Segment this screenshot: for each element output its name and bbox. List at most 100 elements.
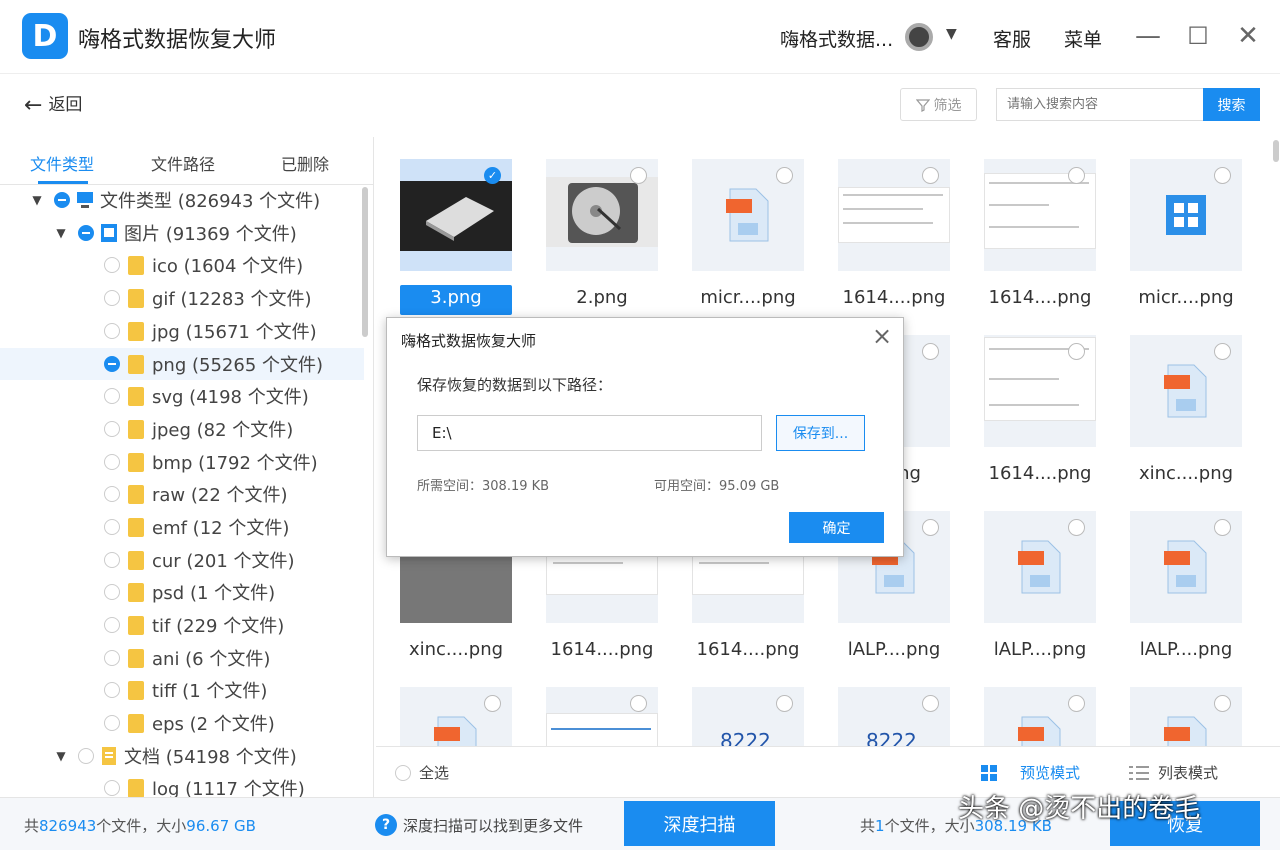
tree-checkbox[interactable] bbox=[104, 715, 120, 731]
file-checkbox[interactable] bbox=[1068, 343, 1085, 360]
tree-checkbox[interactable] bbox=[104, 421, 120, 437]
file-checkbox[interactable] bbox=[922, 519, 939, 536]
expand-icon[interactable]: ▼ bbox=[54, 226, 68, 240]
file-name[interactable]: lALP....png bbox=[821, 639, 967, 660]
file-thumbnail[interactable] bbox=[1130, 687, 1242, 746]
tree-item-tiff[interactable]: tiff (1 个文件) bbox=[0, 674, 364, 706]
file-thumbnail[interactable]: 8222 bbox=[838, 687, 950, 746]
tree-item-png[interactable]: png (55265 个文件) bbox=[0, 348, 364, 380]
tree-checkbox[interactable] bbox=[104, 454, 120, 470]
file-checkbox[interactable] bbox=[1214, 167, 1231, 184]
chevron-down-icon[interactable]: ▼ bbox=[946, 26, 957, 42]
file-name[interactable]: 3.png bbox=[383, 287, 529, 308]
tree-item-all-types[interactable]: ▼ 文件类型 (826943 个文件) bbox=[0, 184, 364, 216]
file-checkbox[interactable] bbox=[776, 167, 793, 184]
file-checkbox[interactable] bbox=[922, 343, 939, 360]
dialog-close-icon[interactable]: × bbox=[869, 322, 895, 350]
select-all-checkbox[interactable] bbox=[395, 764, 411, 781]
file-checkbox[interactable] bbox=[1068, 695, 1085, 712]
file-name[interactable]: 1614....png bbox=[529, 639, 675, 660]
file-thumbnail[interactable] bbox=[692, 159, 804, 271]
tree-item-tif[interactable]: tif (229 个文件) bbox=[0, 609, 364, 641]
file-checkbox[interactable] bbox=[630, 695, 647, 712]
ok-button[interactable]: 确定 bbox=[789, 512, 884, 543]
tree-item-documents[interactable]: ▼ 文档 (54198 个文件) bbox=[0, 740, 364, 772]
tree-item-log[interactable]: log (1117 个文件) bbox=[0, 772, 364, 797]
file-thumbnail[interactable] bbox=[546, 159, 658, 271]
maximize-icon[interactable]: ☐ bbox=[1182, 18, 1214, 54]
tree-checkbox[interactable] bbox=[78, 748, 94, 764]
close-icon[interactable]: ✕ bbox=[1232, 18, 1264, 54]
file-checkbox[interactable] bbox=[1214, 343, 1231, 360]
file-thumbnail[interactable] bbox=[984, 511, 1096, 623]
tree-item-ico[interactable]: ico (1604 个文件) bbox=[0, 249, 364, 281]
tree-item-svg[interactable]: svg (4198 个文件) bbox=[0, 380, 364, 412]
file-name[interactable]: 2.png bbox=[529, 287, 675, 308]
tree-checkbox[interactable] bbox=[104, 682, 120, 698]
search-button[interactable]: 搜索 bbox=[1203, 88, 1260, 121]
tree-item-jpg[interactable]: jpg (15671 个文件) bbox=[0, 315, 364, 347]
preview-mode-button[interactable]: 预览模式 bbox=[980, 762, 1080, 783]
tree-checkbox[interactable] bbox=[104, 323, 120, 339]
tree-item-emf[interactable]: emf (12 个文件) bbox=[0, 511, 364, 543]
tab-file-type[interactable]: 文件类型 bbox=[30, 151, 94, 175]
file-thumbnail[interactable] bbox=[984, 687, 1096, 746]
file-thumbnail[interactable] bbox=[1130, 511, 1242, 623]
file-name[interactable]: micr....png bbox=[1113, 287, 1259, 308]
tree-checkbox[interactable] bbox=[54, 192, 70, 208]
menu-button[interactable]: 菜单 bbox=[1064, 25, 1102, 52]
file-name[interactable]: 1614....png bbox=[967, 463, 1113, 484]
select-all[interactable]: 全选 bbox=[395, 762, 449, 783]
expand-icon[interactable]: ▼ bbox=[30, 193, 44, 207]
tree-checkbox[interactable] bbox=[104, 650, 120, 666]
file-checkbox[interactable] bbox=[1214, 519, 1231, 536]
tab-deleted[interactable]: 已删除 bbox=[281, 151, 329, 175]
file-thumbnail[interactable] bbox=[400, 687, 512, 746]
tree-checkbox[interactable] bbox=[104, 519, 120, 535]
tree-checkbox[interactable] bbox=[104, 617, 120, 633]
tree-checkbox[interactable] bbox=[104, 780, 120, 796]
tree-item-gif[interactable]: gif (12283 个文件) bbox=[0, 282, 364, 314]
tree-item-raw[interactable]: raw (22 个文件) bbox=[0, 478, 364, 510]
tab-file-path[interactable]: 文件路径 bbox=[151, 151, 215, 175]
file-thumbnail[interactable]: ✓ bbox=[400, 159, 512, 271]
file-thumbnail[interactable] bbox=[546, 687, 658, 746]
tree-checkbox[interactable] bbox=[104, 552, 120, 568]
filter-button[interactable]: 筛选 bbox=[900, 88, 977, 121]
expand-icon[interactable]: ▼ bbox=[54, 749, 68, 763]
tree-item-images[interactable]: ▼ 图片 (91369 个文件) bbox=[0, 217, 364, 249]
file-thumbnail[interactable] bbox=[984, 335, 1096, 447]
file-thumbnail[interactable] bbox=[1130, 159, 1242, 271]
file-checkbox[interactable] bbox=[630, 167, 647, 184]
file-checkbox[interactable] bbox=[484, 695, 501, 712]
grid-scrollbar[interactable] bbox=[1273, 140, 1279, 162]
file-name[interactable]: xinc....png bbox=[1113, 463, 1259, 484]
deep-scan-button[interactable]: 深度扫描 bbox=[624, 801, 775, 846]
file-name[interactable]: lALP....png bbox=[1113, 639, 1259, 660]
back-button[interactable]: ← 返回 bbox=[24, 90, 82, 118]
tree-checkbox[interactable] bbox=[104, 486, 120, 502]
tree-checkbox[interactable] bbox=[104, 584, 120, 600]
file-checkbox[interactable] bbox=[776, 695, 793, 712]
file-checkbox[interactable] bbox=[1068, 167, 1085, 184]
tree-checkbox[interactable] bbox=[104, 257, 120, 273]
file-checkbox[interactable] bbox=[1214, 695, 1231, 712]
file-name[interactable]: 1614....png bbox=[675, 639, 821, 660]
tree-item-psd[interactable]: psd (1 个文件) bbox=[0, 576, 364, 608]
minimize-icon[interactable]: — bbox=[1132, 18, 1164, 54]
avatar[interactable] bbox=[905, 23, 933, 51]
tree-checkbox[interactable] bbox=[104, 356, 120, 372]
browse-button[interactable]: 保存到... bbox=[776, 415, 865, 451]
file-checkbox[interactable] bbox=[922, 167, 939, 184]
checkmark-icon[interactable]: ✓ bbox=[484, 167, 501, 184]
file-name[interactable]: lALP....png bbox=[967, 639, 1113, 660]
sidebar-scrollbar[interactable] bbox=[362, 187, 368, 337]
file-thumbnail[interactable] bbox=[1130, 335, 1242, 447]
file-checkbox[interactable] bbox=[922, 695, 939, 712]
tree-item-bmp[interactable]: bmp (1792 个文件) bbox=[0, 446, 364, 478]
search-input[interactable] bbox=[996, 88, 1204, 121]
file-thumbnail[interactable] bbox=[984, 159, 1096, 271]
service-button[interactable]: 客服 bbox=[993, 25, 1031, 52]
tree-item-eps[interactable]: eps (2 个文件) bbox=[0, 707, 364, 739]
tree-item-jpeg[interactable]: jpeg (82 个文件) bbox=[0, 413, 364, 445]
